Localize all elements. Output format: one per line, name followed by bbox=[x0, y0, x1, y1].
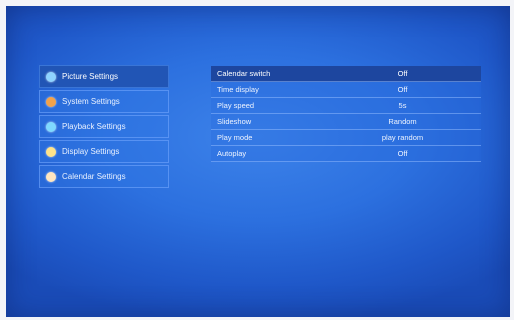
screen: Picture Settings System Settings Playbac… bbox=[6, 6, 510, 317]
setting-label: Play speed bbox=[217, 101, 255, 110]
setting-value: Off bbox=[397, 69, 408, 78]
menu-item-label: System Settings bbox=[62, 97, 120, 106]
playback-settings-icon bbox=[46, 121, 56, 132]
settings-menu: Picture Settings System Settings Playbac… bbox=[39, 65, 169, 190]
system-settings-icon bbox=[46, 96, 56, 107]
setting-row-calendar-switch[interactable]: Calendar switch Off bbox=[211, 66, 481, 82]
setting-value: Off bbox=[397, 149, 408, 158]
setting-value: Random bbox=[388, 117, 417, 126]
setting-value: play random bbox=[381, 133, 424, 142]
menu-item-label: Calendar Settings bbox=[62, 172, 126, 181]
picture-settings-icon bbox=[46, 71, 56, 82]
menu-item-playback-settings[interactable]: Playback Settings bbox=[39, 115, 169, 138]
setting-value: 5s bbox=[398, 101, 407, 110]
setting-row-autoplay[interactable]: Autoplay Off bbox=[211, 146, 481, 162]
menu-item-calendar-settings[interactable]: Calendar Settings bbox=[39, 165, 169, 188]
setting-label: Calendar switch bbox=[217, 69, 271, 78]
settings-panel: Calendar switch Off Time display Off Pla… bbox=[211, 66, 481, 162]
menu-item-display-settings[interactable]: Display Settings bbox=[39, 140, 169, 163]
setting-label: Autoplay bbox=[217, 149, 247, 158]
setting-label: Time display bbox=[217, 85, 259, 94]
setting-row-play-mode[interactable]: Play mode play random bbox=[211, 130, 481, 146]
display-settings-icon bbox=[46, 146, 56, 157]
setting-row-play-speed[interactable]: Play speed 5s bbox=[211, 98, 481, 114]
menu-item-picture-settings[interactable]: Picture Settings bbox=[39, 65, 169, 88]
menu-item-label: Display Settings bbox=[62, 147, 120, 156]
setting-label: Slideshow bbox=[217, 117, 252, 126]
menu-item-label: Picture Settings bbox=[62, 72, 119, 81]
setting-value: Off bbox=[397, 85, 408, 94]
menu-item-label: Playback Settings bbox=[62, 122, 126, 131]
calendar-settings-icon bbox=[46, 171, 56, 182]
setting-label: Play mode bbox=[217, 133, 253, 142]
menu-item-system-settings[interactable]: System Settings bbox=[39, 90, 169, 113]
setting-row-slideshow[interactable]: Slideshow Random bbox=[211, 114, 481, 130]
setting-row-time-display[interactable]: Time display Off bbox=[211, 82, 481, 98]
